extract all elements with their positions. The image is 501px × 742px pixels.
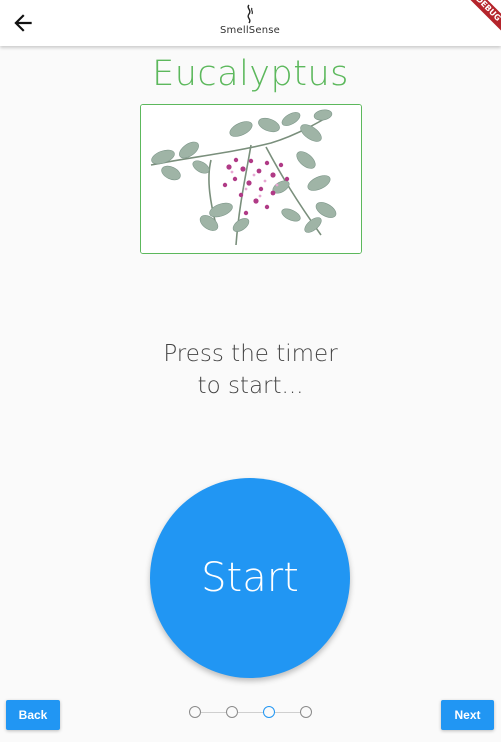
start-timer-button[interactable]: Start	[150, 478, 350, 678]
timer-instruction: Press the timer to start...	[0, 338, 501, 402]
start-timer-label: Start	[201, 555, 299, 601]
step-connector	[238, 712, 264, 713]
step-dot-2[interactable]	[226, 706, 238, 718]
scent-image	[140, 104, 362, 254]
app-screen: SmellSense DEBUG Eucalyptus Press the ti…	[0, 0, 501, 742]
step-dot-4[interactable]	[300, 706, 312, 718]
step-connector	[275, 712, 301, 713]
scent-title: Eucalyptus	[152, 54, 349, 94]
logo-text: SmellSense	[220, 25, 280, 36]
instruction-line-2: to start...	[197, 373, 304, 399]
step-connector	[201, 712, 227, 713]
eucalyptus-image	[141, 105, 361, 253]
app-logo: SmellSense	[200, 4, 300, 44]
app-bar: SmellSense	[0, 0, 501, 46]
back-arrow-icon[interactable]	[10, 10, 36, 36]
step-dot-1[interactable]	[189, 706, 201, 718]
instruction-line-1: Press the timer	[163, 341, 338, 367]
step-dot-3-active[interactable]	[263, 706, 275, 718]
back-button[interactable]: Back	[6, 700, 60, 730]
step-indicator	[189, 706, 313, 720]
next-button[interactable]: Next	[441, 700, 494, 730]
scent-wisp-icon	[247, 4, 253, 24]
